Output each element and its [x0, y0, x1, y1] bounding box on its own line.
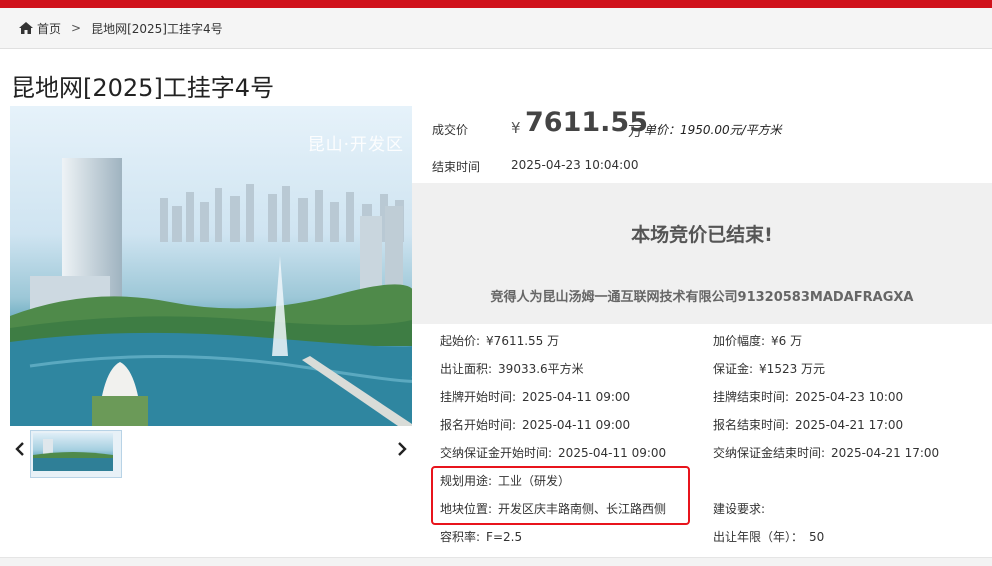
breadcrumb-separator: >	[71, 21, 82, 35]
listing-start-field: 挂牌开始时间: 2025-04-11 09:00	[440, 388, 630, 405]
listing-start-value: 2025-04-11 09:00	[522, 390, 631, 404]
auction-result-panel: 本场竞价已结束! 竞得人为昆山汤姆一通互联网技术有限公司91320583MADA…	[412, 183, 992, 324]
chevron-left-icon	[15, 442, 24, 456]
breadcrumb-current: 昆地网[2025]工挂字4号	[91, 21, 223, 36]
signup-end-label: 报名结束时间:	[713, 418, 790, 432]
thumbnail-prev-button[interactable]	[10, 435, 30, 463]
increment-field: 加价幅度: ¥6 万	[713, 332, 802, 349]
listing-end-value: 2025-04-23 10:00	[795, 390, 904, 404]
land-photo: 昆山·开发区	[10, 106, 412, 426]
increment-value: ¥6 万	[771, 334, 803, 348]
deposit-end-label: 交纳保证金结束时间:	[713, 446, 826, 460]
far-field: 容积率: F=2.5	[440, 528, 522, 545]
term-value: 50	[809, 530, 825, 544]
page-title: 昆地网[2025]工挂字4号	[11, 74, 275, 102]
auction-ended-title: 本场竞价已结束!	[631, 224, 773, 246]
deposit-start-field: 交纳保证金开始时间: 2025-04-11 09:00	[440, 444, 666, 461]
breadcrumb-home-link[interactable]: 首页	[37, 20, 61, 37]
signup-end-field: 报名结束时间: 2025-04-21 17:00	[713, 416, 903, 433]
highlight-annotation-box	[431, 466, 690, 525]
unit-price: 单价：1950.00元/平方米	[644, 123, 782, 137]
deposit-end-field: 交纳保证金结束时间: 2025-04-21 17:00	[713, 444, 939, 461]
deposit-start-label: 交纳保证金开始时间:	[440, 446, 553, 460]
thumbnail-image	[33, 433, 113, 471]
increment-label: 加价幅度:	[713, 334, 766, 348]
far-label: 容积率:	[440, 530, 481, 544]
deposit-end-value: 2025-04-21 17:00	[831, 446, 940, 460]
listing-end-field: 挂牌结束时间: 2025-04-23 10:00	[713, 388, 903, 405]
home-icon	[19, 22, 33, 34]
deposit-value: ¥1523 万元	[759, 362, 826, 376]
term-label: 出让年限（年）：	[713, 530, 804, 544]
area-field: 出让面积: 39033.6平方米	[440, 360, 584, 377]
term-field: 出让年限（年）： 50	[713, 528, 824, 545]
start-price-value: ¥7611.55 万	[486, 334, 560, 348]
end-time-value: 2025-04-23 10:04:00	[511, 158, 639, 172]
signup-start-field: 报名开始时间: 2025-04-11 09:00	[440, 416, 630, 433]
image-watermark: 昆山·开发区	[307, 135, 404, 155]
signup-start-label: 报名开始时间:	[440, 418, 517, 432]
requirements-label: 建设要求:	[713, 502, 766, 516]
winning-bidder: 竞得人为昆山汤姆一通互联网技术有限公司91320583MADAFRAGXA	[490, 290, 914, 305]
far-value: F=2.5	[486, 530, 523, 544]
area-value: 39033.6平方米	[498, 362, 584, 376]
signup-end-value: 2025-04-21 17:00	[795, 418, 904, 432]
breadcrumb: 首页 > 昆地网[2025]工挂字4号	[0, 8, 992, 49]
area-label: 出让面积:	[440, 362, 493, 376]
chevron-right-icon	[398, 442, 407, 456]
top-brand-stripe	[0, 0, 992, 8]
listing-end-label: 挂牌结束时间:	[713, 390, 790, 404]
end-time-label: 结束时间	[432, 160, 481, 174]
signup-start-value: 2025-04-11 09:00	[522, 418, 631, 432]
deposit-label: 保证金:	[713, 362, 754, 376]
start-price-field: 起始价: ¥7611.55 万	[440, 332, 559, 349]
deposit-start-value: 2025-04-11 09:00	[558, 446, 667, 460]
listing-start-label: 挂牌开始时间:	[440, 390, 517, 404]
thumbnail-item[interactable]	[30, 430, 122, 478]
requirements-field: 建设要求:	[713, 500, 771, 517]
main-content: 昆地网[2025]工挂字4号 昆山·开发区 成交价 ¥ 7611.55 万 单价…	[0, 49, 992, 557]
start-price-label: 起始价:	[440, 334, 481, 348]
deal-price-label: 成交价	[432, 123, 469, 137]
thumbnail-next-button[interactable]	[392, 435, 412, 463]
deal-price-currency: ¥	[511, 119, 521, 137]
deal-price-unit: 万	[628, 124, 642, 140]
thumbnail-strip	[10, 427, 412, 478]
deposit-field: 保证金: ¥1523 万元	[713, 360, 825, 377]
